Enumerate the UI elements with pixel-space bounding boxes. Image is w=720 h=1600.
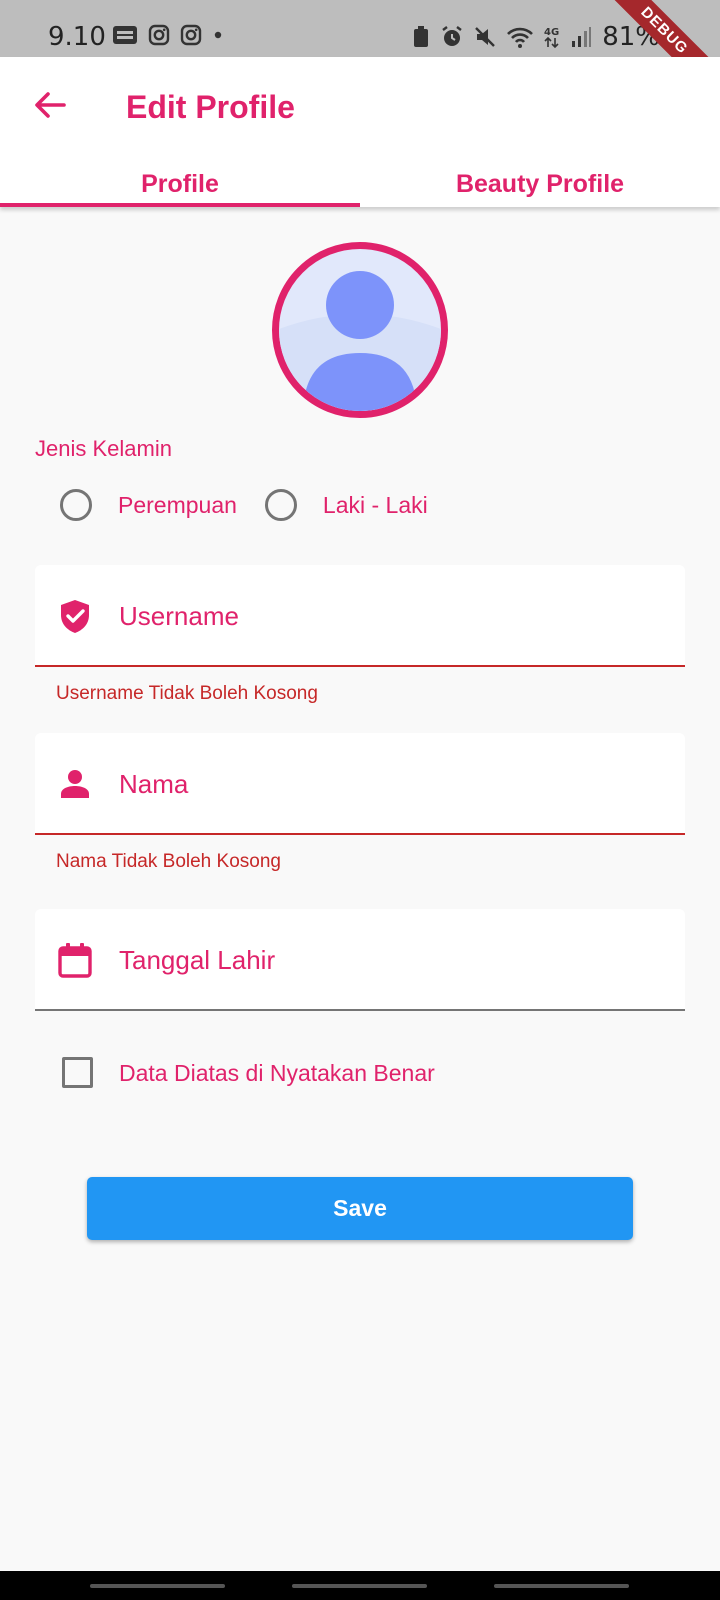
calendar-icon bbox=[58, 943, 92, 978]
webtoon-icon bbox=[113, 26, 137, 44]
instagram-icon bbox=[148, 24, 170, 46]
nav-home[interactable] bbox=[292, 1584, 427, 1588]
instagram-icon bbox=[180, 24, 202, 46]
nav-recent-apps[interactable] bbox=[90, 1584, 225, 1588]
avatar-placeholder-icon bbox=[279, 271, 441, 411]
page-title: Edit Profile bbox=[126, 89, 295, 125]
system-navigation-bar bbox=[0, 1571, 720, 1600]
radio-label-perempuan[interactable]: Perempuan bbox=[118, 492, 237, 519]
name-field[interactable]: Nama bbox=[35, 733, 685, 835]
save-button[interactable]: Save bbox=[87, 1177, 633, 1240]
agreement-checkbox[interactable] bbox=[62, 1057, 93, 1088]
name-field-label: Nama bbox=[119, 769, 189, 799]
username-field-label: Username bbox=[119, 601, 239, 631]
network-4g-icon: 4G bbox=[544, 27, 559, 49]
birthdate-field-underline bbox=[35, 1009, 685, 1011]
svg-text:4G: 4G bbox=[544, 27, 559, 38]
username-field[interactable]: Username bbox=[35, 565, 685, 667]
radio-laki-laki[interactable] bbox=[264, 489, 297, 521]
agreement-label[interactable]: Data Diatas di Nyatakan Benar bbox=[119, 1060, 435, 1087]
verified-shield-icon bbox=[61, 600, 89, 633]
wifi-icon bbox=[507, 27, 534, 48]
mute-icon bbox=[475, 27, 496, 47]
signal-icon bbox=[572, 27, 592, 47]
status-time: 9.10 bbox=[48, 22, 106, 52]
status-bar: 9.10 4G 81% DEBUG bbox=[0, 0, 720, 111]
tab-bar: Profile Beauty Profile bbox=[0, 167, 720, 207]
tab-profile[interactable]: Profile bbox=[0, 167, 360, 207]
alarm-icon bbox=[442, 26, 462, 46]
dot-icon bbox=[214, 31, 222, 39]
tab-beauty-profile[interactable]: Beauty Profile bbox=[360, 167, 720, 207]
nav-back[interactable] bbox=[494, 1584, 629, 1588]
arrow-back-icon bbox=[35, 92, 66, 118]
person-icon bbox=[61, 770, 89, 798]
gender-radio-group: Perempuan Laki - Laki bbox=[60, 489, 456, 521]
radio-label-laki-laki[interactable]: Laki - Laki bbox=[323, 492, 428, 519]
radio-perempuan[interactable] bbox=[60, 489, 92, 521]
username-error-text: Username Tidak Boleh Kosong bbox=[56, 683, 318, 704]
birthdate-field-label: Tanggal Lahir bbox=[119, 945, 276, 975]
avatar[interactable] bbox=[272, 242, 448, 418]
back-button[interactable] bbox=[30, 85, 70, 125]
username-field-underline bbox=[35, 665, 685, 667]
birthdate-field[interactable]: Tanggal Lahir bbox=[35, 909, 685, 1011]
status-notification-icons bbox=[112, 24, 224, 46]
name-error-text: Nama Tidak Boleh Kosong bbox=[56, 851, 281, 872]
gender-label: Jenis Kelamin bbox=[35, 436, 172, 461]
app-bar: Edit Profile Profile Beauty Profile bbox=[0, 57, 720, 207]
name-field-underline bbox=[35, 833, 685, 835]
status-system-icons: 4G 81% bbox=[412, 22, 660, 52]
battery-saver-icon bbox=[414, 26, 429, 47]
